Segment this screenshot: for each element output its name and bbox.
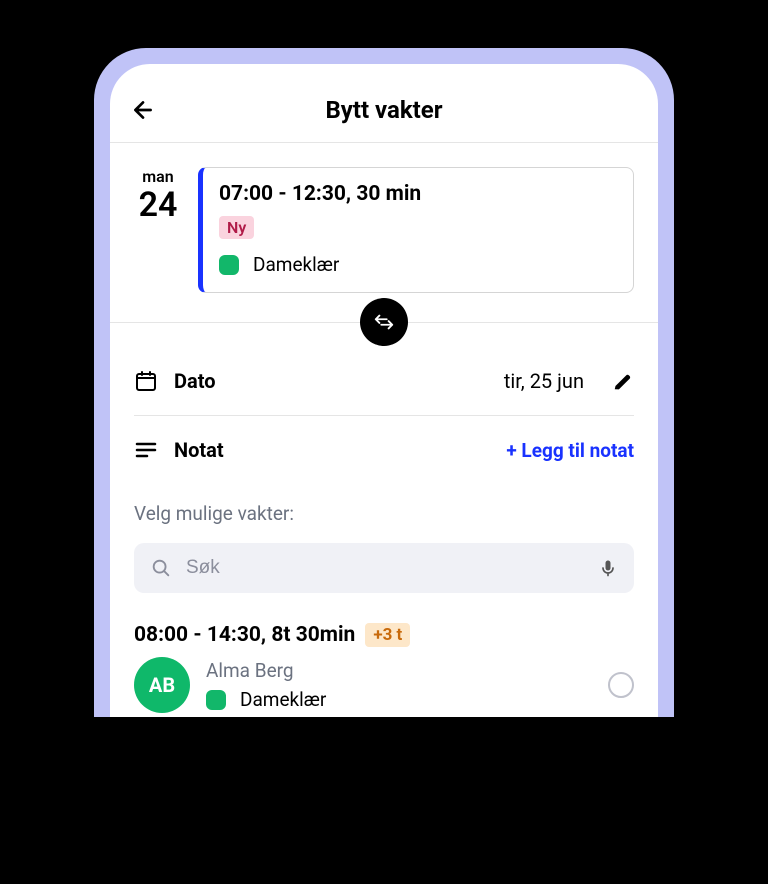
category-row: Dameklær (219, 253, 617, 276)
shift-item-header: 08:00 - 14:30, 8t 30min +3 t (134, 623, 634, 647)
current-shift-section: man 24 07:00 - 12:30, 30 min Ny Dameklær (110, 143, 658, 293)
category-color-dot (206, 690, 226, 710)
phone-screen: Bytt vakter man 24 07:00 - 12:30, 30 min… (110, 64, 658, 717)
category-label: Dameklær (240, 688, 326, 711)
status-badge-new: Ny (219, 216, 254, 239)
header: Bytt vakter (110, 84, 658, 142)
shift-item-time: 08:00 - 14:30, 8t 30min (134, 623, 355, 647)
possible-shifts-label: Velg mulige vakter: (110, 484, 658, 539)
swap-separator (110, 297, 658, 347)
notes-icon (134, 438, 158, 462)
person-row: AB Alma Berg Dameklær (134, 657, 634, 717)
person-name: Alma Berg (206, 659, 592, 682)
avatar: AB (134, 657, 190, 713)
person-category-row: Dameklær (206, 688, 592, 711)
shift-time: 07:00 - 12:30, 30 min (219, 182, 617, 206)
date-value: tir, 25 jun (504, 369, 584, 393)
microphone-icon[interactable] (598, 558, 618, 578)
phone-frame: Bytt vakter man 24 07:00 - 12:30, 30 min… (94, 48, 674, 717)
day-number: 24 (139, 188, 178, 222)
search-input[interactable] (186, 557, 584, 579)
swap-icon-badge (360, 298, 408, 346)
search-box[interactable] (134, 543, 634, 593)
note-label: Notat (174, 438, 490, 462)
note-row: Notat + Legg til notat (110, 416, 658, 484)
select-radio[interactable] (608, 672, 634, 698)
shift-list-item[interactable]: 08:00 - 14:30, 8t 30min +3 t AB Alma Ber… (110, 611, 658, 717)
date-row[interactable]: Dato tir, 25 jun (110, 347, 658, 415)
pencil-icon[interactable] (612, 370, 634, 392)
day-label: man (142, 167, 173, 186)
arrow-left-icon (130, 97, 156, 123)
shift-card[interactable]: 07:00 - 12:30, 30 min Ny Dameklær (198, 167, 634, 293)
search-icon (150, 557, 172, 579)
category-color-dot (219, 255, 239, 275)
date-label: Dato (174, 369, 488, 393)
category-label: Dameklær (253, 253, 339, 276)
page-title: Bytt vakter (130, 96, 638, 124)
back-button[interactable] (130, 97, 156, 123)
add-note-link[interactable]: + Legg til notat (506, 439, 634, 462)
extra-time-badge: +3 t (365, 623, 410, 647)
date-column: man 24 (134, 167, 182, 293)
person-info: Alma Berg Dameklær (206, 659, 592, 711)
swap-horizontal-icon (373, 311, 395, 333)
calendar-icon (134, 369, 158, 393)
